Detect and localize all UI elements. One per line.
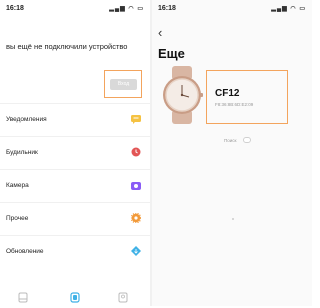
status-bar: 16:18 ▂▄▆ ◠ ▭	[6, 4, 144, 16]
status-icons: ▂▄▆ ◠ ▭	[109, 6, 144, 12]
more-screen: 16:18 ▂▄▆ ◠ ▭ ‹ Еще CF12 F8:36:8B:6D:E2:…	[152, 0, 312, 306]
list-item-other[interactable]: Прочее	[0, 202, 150, 235]
alarm-icon	[130, 146, 142, 158]
device-icon[interactable]	[70, 290, 80, 303]
not-connected-message: вы ещё не подключили устройство	[6, 42, 128, 51]
settings-list: Уведомления Будильник Камера Прочее Обно…	[0, 103, 150, 268]
home-icon[interactable]	[18, 290, 28, 303]
list-item-update[interactable]: Обновление	[0, 235, 150, 268]
status-icons: ▂▄▆ ◠ ▭	[271, 6, 306, 12]
update-icon	[130, 245, 142, 257]
list-item-camera[interactable]: Камера	[0, 169, 150, 202]
status-time: 16:18	[158, 5, 176, 12]
devices-screen: 16:18 ▂▄▆ ◠ ▭ вы ещё не подключили устро…	[0, 0, 150, 306]
list-item-label: Камера	[6, 182, 29, 189]
loading-dot	[232, 218, 234, 220]
gear-icon	[130, 212, 142, 224]
message-icon	[130, 113, 142, 125]
list-item-notifications[interactable]: Уведомления	[0, 103, 150, 136]
search-toggle[interactable]	[243, 137, 251, 143]
connect-button[interactable]: Вход	[110, 79, 137, 90]
watch-image	[156, 66, 208, 124]
list-item-label: Прочее	[6, 215, 29, 222]
search-label: Поиск	[224, 138, 237, 143]
bottom-nav	[0, 288, 150, 303]
list-item-label: Будильник	[6, 149, 38, 156]
status-bar: 16:18 ▂▄▆ ◠ ▭	[158, 4, 306, 16]
device-name[interactable]: CF12	[215, 88, 239, 99]
back-arrow-icon[interactable]: ‹	[158, 26, 162, 39]
camera-icon	[130, 179, 142, 191]
page-title: Еще	[158, 46, 185, 61]
list-item-label: Уведомления	[6, 116, 47, 123]
list-item-label: Обновление	[6, 248, 44, 255]
status-time: 16:18	[6, 5, 24, 12]
profile-icon[interactable]	[118, 290, 128, 303]
device-mac: F8:36:8B:6D:E2:09	[215, 102, 254, 107]
list-item-alarm[interactable]: Будильник	[0, 136, 150, 169]
